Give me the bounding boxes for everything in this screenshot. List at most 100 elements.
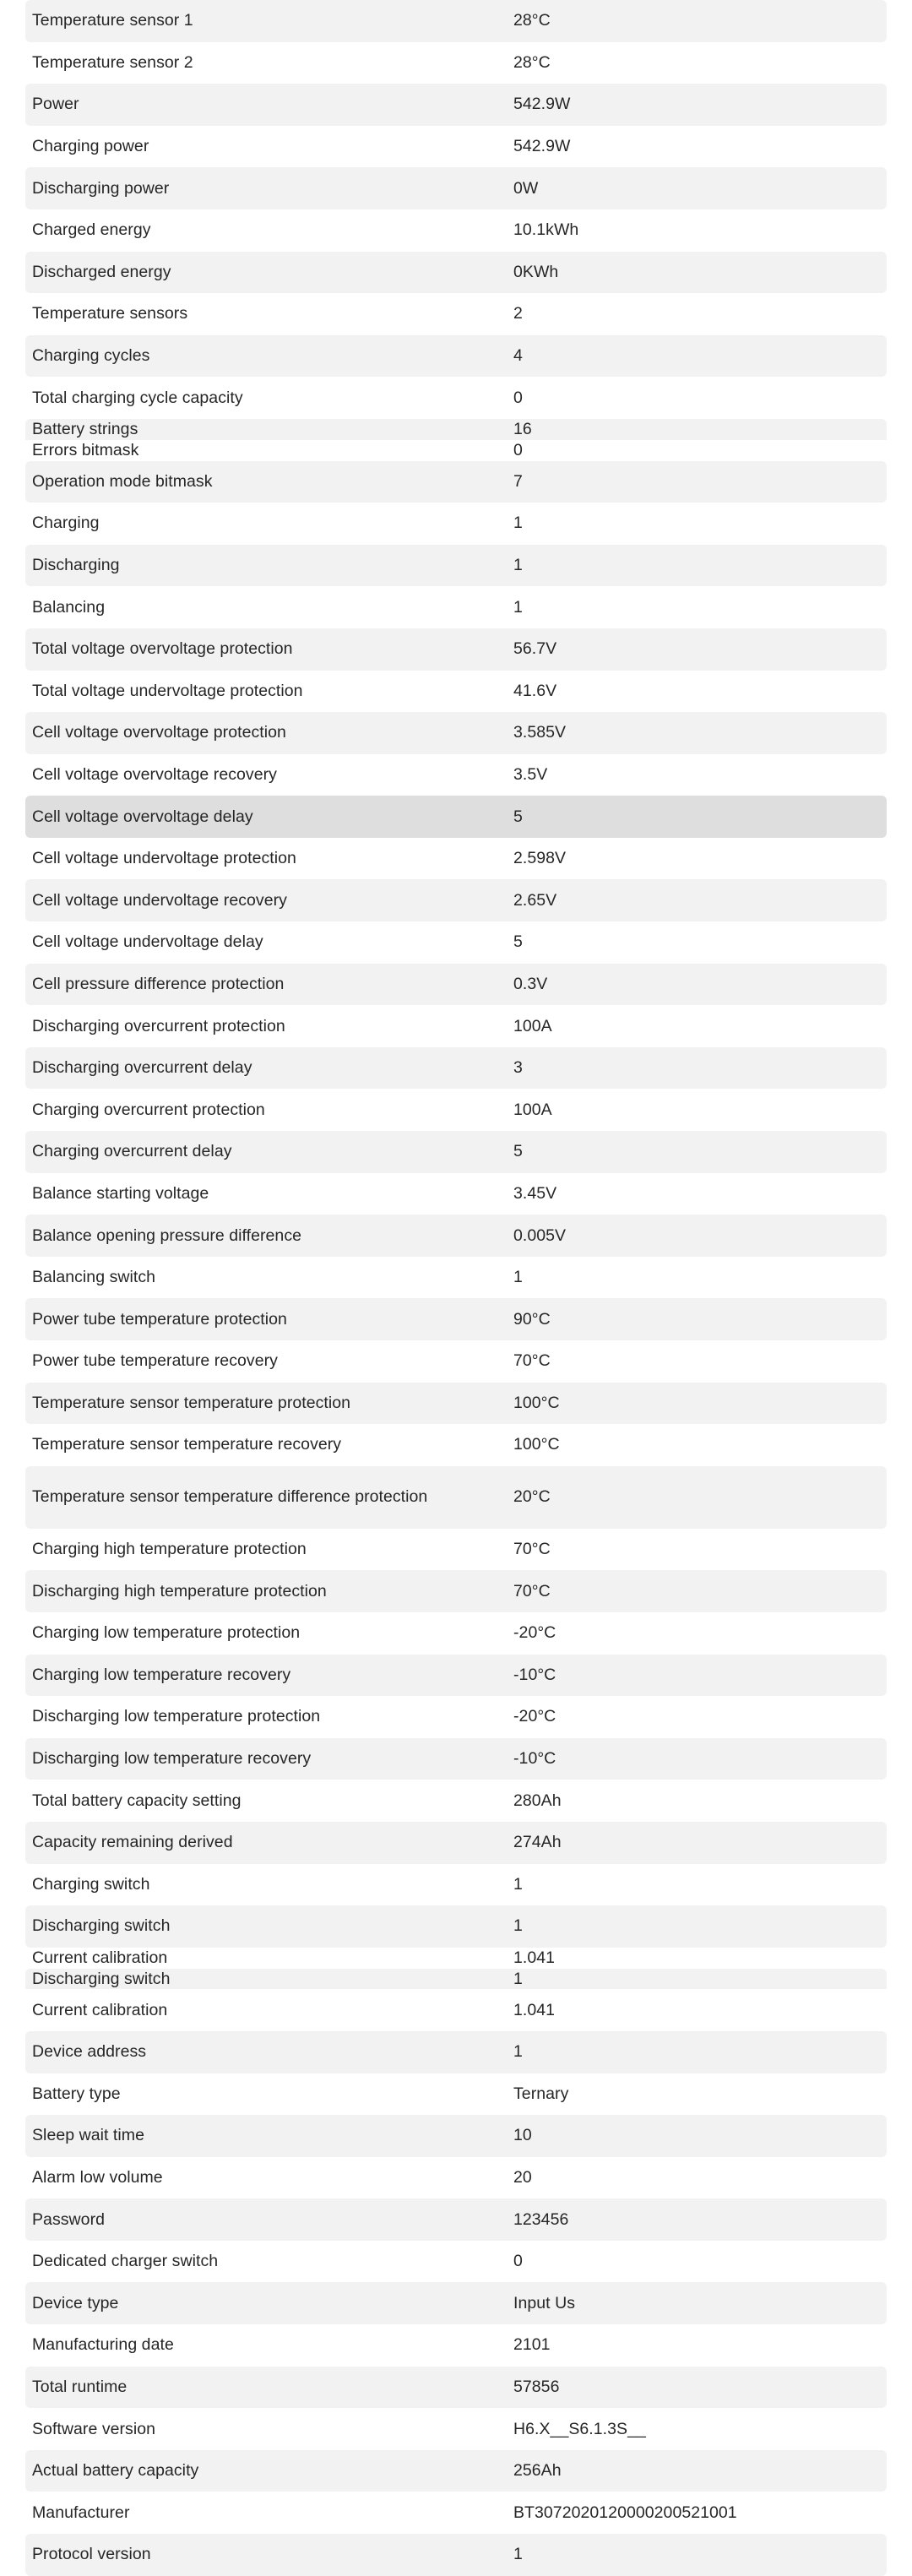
table-row[interactable]: Total voltage overvoltage protection 56.7…	[0, 628, 912, 671]
table-row[interactable]: Dedicated charger switch 0	[0, 2241, 912, 2283]
attribute-label: Device type	[32, 2293, 119, 2312]
table-row[interactable]: Discharging 1	[0, 544, 912, 587]
table-row[interactable]: Discharging low temperature recovery -10°…	[0, 1737, 912, 1780]
table-row[interactable]: Power tube temperature recovery 70°C	[0, 1340, 912, 1383]
table-row[interactable]: Temperature sensor 1 28°C	[0, 0, 912, 42]
attribute-value: 28°C	[513, 52, 551, 72]
table-row[interactable]: Discharged energy 0KWh	[0, 251, 912, 294]
attribute-label: Temperature sensors	[32, 304, 188, 323]
attribute-value: 16	[513, 419, 532, 438]
attribute-label: Balance starting voltage	[32, 1183, 209, 1203]
attribute-label: Power tube temperature protection	[32, 1309, 287, 1329]
table-row[interactable]: Alarm low volume 20	[0, 2157, 912, 2199]
table-row[interactable]: Discharging switch 1	[0, 1968, 912, 1990]
table-row[interactable]: Capacity remaining derived 274Ah	[0, 1821, 912, 1864]
attribute-label: Cell voltage overvoltage recovery	[32, 764, 277, 784]
attribute-value: 2.598V	[513, 849, 567, 868]
attribute-value: -20°C	[513, 1707, 556, 1726]
table-row[interactable]: Temperature sensors 2	[0, 293, 912, 335]
table-row[interactable]: Power 542.9W	[0, 84, 912, 126]
table-row[interactable]: Charging switch 1	[0, 1864, 912, 1906]
table-row[interactable]: Charging power 542.9W	[0, 126, 912, 168]
attribute-label: Battery strings	[32, 419, 138, 438]
table-row[interactable]: Sleep wait time 10	[0, 2115, 912, 2157]
attribute-label: Software version	[32, 2419, 156, 2438]
table-row[interactable]: Cell voltage undervoltage recovery 2.65V	[0, 879, 912, 922]
attribute-value: 280Ah	[513, 1791, 562, 1810]
attribute-label: Cell voltage undervoltage delay	[32, 932, 263, 952]
attribute-label: Protocol version	[32, 2545, 151, 2564]
table-row[interactable]: Current calibration 1.041	[0, 1989, 912, 2031]
table-row[interactable]: Discharging high temperature protection 7…	[0, 1570, 912, 1612]
table-row[interactable]: Discharging power 0W	[0, 167, 912, 209]
table-row[interactable]: Cell voltage undervoltage protection 2.59…	[0, 838, 912, 880]
attribute-label: Cell voltage overvoltage protection	[32, 723, 286, 742]
table-row[interactable]: Balancing switch 1	[0, 1257, 912, 1299]
attribute-value: 7	[513, 471, 523, 491]
table-row[interactable]: Manufacturer BT3072020120000200521001	[0, 2492, 912, 2534]
table-row[interactable]: Protocol version 1	[0, 2534, 912, 2576]
table-row[interactable]: Charging 1	[0, 503, 912, 545]
table-row[interactable]: Cell voltage overvoltage protection 3.585…	[0, 712, 912, 754]
attribute-label: Discharged energy	[32, 262, 171, 281]
table-row[interactable]: Errors bitmask 0	[0, 440, 912, 461]
table-row[interactable]: Power tube temperature protection 90°C	[0, 1298, 912, 1340]
table-row[interactable]: Cell pressure difference protection 0.3V	[0, 963, 912, 1006]
table-row[interactable]: Discharging low temperature protection -2…	[0, 1696, 912, 1738]
table-row[interactable]: Total charging cycle capacity 0	[0, 377, 912, 419]
table-row[interactable]: Operation mode bitmask 7	[0, 460, 912, 503]
attribute-value: 57856	[513, 2377, 560, 2396]
attribute-label: Total voltage overvoltage protection	[32, 639, 293, 659]
table-row[interactable]: Temperature sensor temperature protectio…	[0, 1382, 912, 1425]
attribute-label: Errors bitmask	[32, 440, 139, 459]
table-row[interactable]: Total voltage undervoltage protection 41.…	[0, 671, 912, 713]
table-row[interactable]: Battery strings 16	[0, 418, 912, 440]
table-row[interactable]: Discharging switch 1	[0, 1905, 912, 1948]
attribute-label: Device address	[32, 2042, 147, 2062]
attribute-value: 5	[513, 932, 523, 952]
table-row[interactable]: Charging high temperature protection 70°C	[0, 1529, 912, 1571]
attribute-value: -10°C	[513, 1665, 556, 1684]
table-row[interactable]: Temperature sensor temperature recovery 1…	[0, 1424, 912, 1466]
table-row[interactable]: Discharging overcurrent delay 3	[0, 1046, 912, 1090]
table-row[interactable]: Software version H6.X__S6.1.3S__	[0, 2408, 912, 2450]
table-row[interactable]: Balance starting voltage 3.45V	[0, 1173, 912, 1215]
table-row[interactable]: Temperature sensor temperature differenc…	[0, 1465, 912, 1529]
table-row[interactable]: Charging low temperature protection -20°C	[0, 1612, 912, 1655]
attribute-label: Current calibration	[32, 1948, 168, 1967]
table-row[interactable]: Cell voltage overvoltage recovery 3.5V	[0, 754, 912, 796]
table-row[interactable]: Device address 1	[0, 2030, 912, 2073]
table-row[interactable]: Actual battery capacity 256Ah	[0, 2449, 912, 2492]
table-row[interactable]: Device type Input Us	[0, 2282, 912, 2325]
attribute-value: -10°C	[513, 1749, 556, 1769]
table-row[interactable]: Manufacturing date 2101	[0, 2324, 912, 2367]
table-row[interactable]: Cell voltage overvoltage delay 5	[0, 796, 912, 838]
table-row[interactable]: Charged energy 10.1kWh	[0, 209, 912, 252]
attribute-value: 542.9W	[513, 137, 571, 156]
table-row[interactable]: Discharging overcurrent protection 100A	[0, 1005, 912, 1047]
table-row[interactable]: Charging overcurrent delay 5	[0, 1131, 912, 1173]
table-row[interactable]: Total battery capacity setting 280Ah	[0, 1780, 912, 1822]
attribute-label: Temperature sensor 2	[32, 52, 193, 72]
table-row[interactable]: Battery type Ternary	[0, 2073, 912, 2116]
attribute-label: Charging low temperature recovery	[32, 1665, 291, 1684]
attribute-label: Balancing switch	[32, 1268, 156, 1287]
table-row[interactable]: Balancing 1	[0, 586, 912, 628]
attribute-label: Discharging	[32, 556, 120, 575]
attribute-label: Cell voltage undervoltage protection	[32, 849, 296, 868]
table-row[interactable]: Charging overcurrent protection 100A	[0, 1089, 912, 1131]
table-row[interactable]: Temperature sensor 2 28°C	[0, 42, 912, 84]
table-row[interactable]: Balance opening pressure difference 0.005…	[0, 1215, 912, 1257]
attribute-value: 1.041	[513, 2000, 556, 2019]
attribute-value: 1	[513, 1969, 523, 1988]
attribute-value: 0.005V	[513, 1226, 567, 1245]
table-row[interactable]: Total runtime 57856	[0, 2366, 912, 2409]
table-row[interactable]: Current calibration 1.041	[0, 1948, 912, 1969]
table-row[interactable]: Cell voltage undervoltage delay 5	[0, 921, 912, 964]
table-row[interactable]: Charging low temperature recovery -10°C	[0, 1654, 912, 1697]
table-row[interactable]: Charging cycles 4	[0, 334, 912, 378]
attribute-value: 100A	[513, 1100, 552, 1119]
attribute-label: Charged energy	[32, 220, 151, 240]
attribute-label: Power tube temperature recovery	[32, 1351, 278, 1371]
table-row[interactable]: Password 123456	[0, 2198, 912, 2241]
